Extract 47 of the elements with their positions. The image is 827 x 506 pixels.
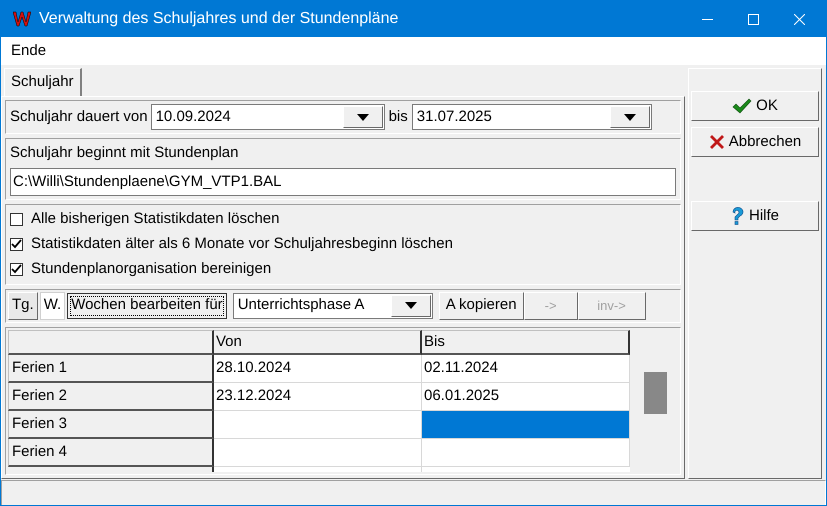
dropdown-arrow-icon [404, 302, 417, 309]
end-date-dropdown[interactable]: 31.07.2025 [412, 104, 652, 130]
cross-icon [708, 134, 725, 150]
edit-weeks-button[interactable]: Wochen bearbeiten für [67, 292, 227, 318]
duration-to-label: bis [388, 106, 409, 127]
checkbox-label: Alle bisherigen Statistikdaten löschen [31, 208, 280, 229]
table-cell[interactable] [422, 439, 630, 467]
maximize-icon [748, 14, 758, 24]
tab[interactable]: Schuljahr [4, 68, 82, 96]
timetable-path-field[interactable]: C:\Willi\Stundenplaene\GYM_VTP1.BAL [10, 168, 676, 196]
phase-dropdown[interactable]: Unterrichtsphase A [232, 292, 433, 318]
checkbox[interactable] [10, 262, 23, 276]
row-header: Ferien 3 [8, 411, 214, 439]
dropdown-arrow-icon [624, 114, 636, 120]
table-cell[interactable]: 06.01.2025 [422, 383, 630, 411]
duration-from-label: Schuljahr dauert von [10, 106, 148, 127]
table-cell[interactable] [214, 439, 422, 467]
minimize-icon [702, 18, 712, 20]
checkbox[interactable] [10, 238, 23, 250]
view-tab[interactable]: Tg. [8, 292, 38, 320]
checkbox[interactable] [10, 212, 23, 226]
column-header: Von [214, 330, 422, 355]
row-header: Ferien 2 [8, 383, 214, 411]
table-cell[interactable]: 28.10.2024 [214, 355, 422, 383]
checkbox-label: Stundenplanorganisation bereinigen [31, 258, 272, 279]
checkmark-icon [732, 98, 752, 114]
table-cell[interactable] [422, 411, 630, 439]
table-cell[interactable]: 02.11.2024 [422, 355, 630, 383]
row-header: Ferien 1 [8, 355, 214, 383]
close-icon [794, 14, 804, 24]
start-date-dropdown[interactable]: 10.09.2024 [150, 104, 385, 130]
ok-button[interactable]: OK [691, 91, 819, 121]
cancel-button[interactable]: Abbrechen [691, 127, 819, 157]
view-tab[interactable]: W. [40, 292, 66, 320]
question-mark-icon [730, 207, 745, 225]
help-button[interactable]: Hilfe [691, 201, 819, 231]
toolbar-button[interactable]: A kopieren [438, 292, 524, 320]
table-cell[interactable] [214, 411, 422, 439]
row-header: Ferien 4 [8, 439, 214, 467]
window-title: Verwaltung des Schuljahres und der Stundenpläne [39, 9, 398, 29]
checkbox-label: Statistikdaten älter als 6 Monate vor Schuljahresbeginn löschen [31, 234, 453, 254]
timetable-label: Schuljahr beginnt mit Stundenplan [10, 143, 240, 163]
app-logo-icon [13, 11, 31, 27]
table-cell[interactable]: 23.12.2024 [214, 383, 422, 411]
column-header: Bis [422, 330, 630, 355]
menu-item[interactable]: Ende [1, 40, 56, 62]
dropdown-arrow-icon [356, 114, 369, 120]
